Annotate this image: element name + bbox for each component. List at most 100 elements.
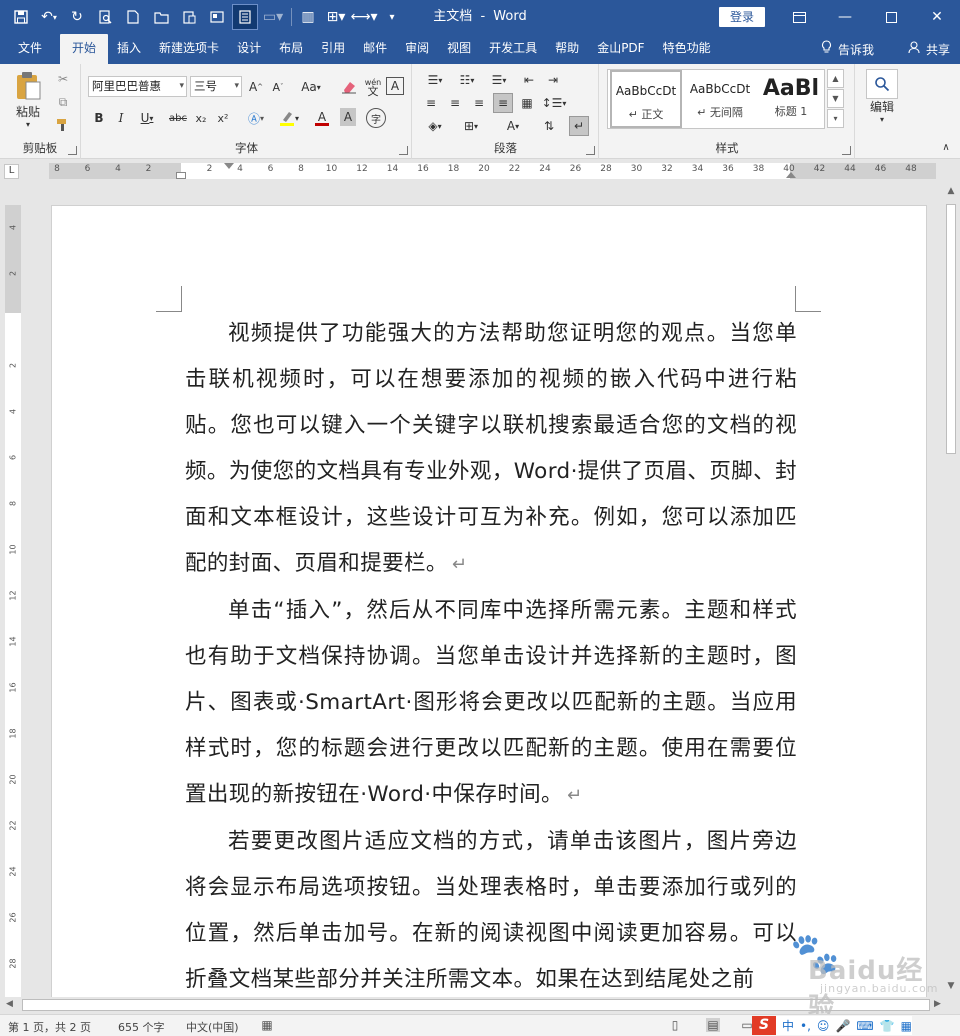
redo-icon[interactable]: ↻ — [64, 4, 90, 30]
tab-file[interactable]: 文件 — [0, 34, 60, 64]
save-icon[interactable] — [8, 4, 34, 30]
paragraph-launcher-icon[interactable] — [586, 146, 595, 155]
vertical-ruler[interactable]: 422468101214161820222426283032 — [5, 205, 21, 1015]
screenshot-icon[interactable] — [204, 4, 230, 30]
punctuation-icon[interactable]: •, — [800, 1019, 811, 1033]
format-painter-icon[interactable] — [54, 116, 72, 134]
paragraph[interactable]: 视频提供了功能强大的方法帮助您证明您的观点。当您单击联机视频时，可以在想要添加的… — [185, 311, 797, 588]
language-indicator[interactable]: 中文(中国) — [186, 1019, 239, 1035]
gallery-down-icon[interactable]: ▼ — [827, 89, 844, 108]
scroll-left-icon[interactable]: ◀ — [6, 999, 13, 1009]
strikethrough-button[interactable]: abc — [166, 108, 190, 128]
align-left-icon[interactable]: ≡ — [421, 93, 441, 113]
show-marks-icon[interactable]: ↵ — [569, 116, 589, 136]
microphone-icon[interactable]: 🎤 — [835, 1019, 850, 1033]
clear-formatting-icon[interactable] — [338, 77, 360, 97]
open-folder-icon[interactable] — [148, 4, 174, 30]
scroll-up-icon[interactable]: ▲ — [945, 186, 957, 200]
table-icon[interactable]: ⊞▾ — [323, 4, 349, 30]
change-case-button[interactable]: Aa ▾ — [296, 77, 326, 97]
close-icon[interactable]: ✕ — [914, 0, 960, 34]
highlight-color-icon[interactable]: ▾ — [274, 108, 304, 128]
columns-icon[interactable]: ▥ — [295, 4, 321, 30]
document-body[interactable]: 视频提供了功能强大的方法帮助您证明您的观点。当您单击联机视频时，可以在想要添加的… — [185, 311, 797, 997]
align-center-icon[interactable]: ≡ — [445, 93, 465, 113]
print-layout-view-icon[interactable]: ▤ — [706, 1018, 720, 1032]
enclose-characters-button[interactable]: 字 — [366, 108, 386, 128]
paste-icon[interactable] — [176, 4, 202, 30]
underline-button[interactable]: U ▾ — [134, 108, 160, 128]
scroll-thumb[interactable] — [946, 204, 956, 454]
character-border-button[interactable]: A — [386, 77, 404, 95]
layout-toggle-icon[interactable]: ▭▾ — [260, 4, 286, 30]
clipboard-launcher-icon[interactable] — [68, 146, 77, 155]
share-button[interactable]: 共享 — [908, 40, 950, 58]
gallery-more-icon[interactable]: ▾ — [827, 109, 844, 128]
undo-icon[interactable]: ↶ ▾ — [36, 4, 62, 30]
keyboard-icon[interactable]: ⌨ — [856, 1019, 873, 1033]
text-effects-icon[interactable]: Ⓐ ▾ — [242, 108, 270, 128]
distributed-icon[interactable]: ▦ — [517, 93, 537, 113]
subscript-button[interactable]: x₂ — [192, 108, 210, 128]
align-right-icon[interactable]: ≡ — [469, 93, 489, 113]
grow-font-icon[interactable]: A ^ — [246, 77, 266, 97]
style-normal[interactable]: AaBbCcDt ↵ 正文 — [610, 70, 682, 128]
multilevel-list-icon[interactable]: ☰ ▾ — [485, 70, 513, 90]
toolbox-icon[interactable]: ▦ — [901, 1019, 912, 1033]
italic-button[interactable]: I — [112, 108, 130, 128]
emoji-icon[interactable]: ☺ — [817, 1019, 830, 1033]
gallery-up-icon[interactable]: ▲ — [827, 69, 844, 88]
style-heading-1[interactable]: AaBl 标题 1 — [758, 70, 824, 128]
tab-review[interactable]: 审阅 — [396, 34, 438, 64]
line-spacing-icon[interactable]: ↕☰ ▾ — [541, 93, 567, 113]
justify-icon[interactable]: ≡ — [493, 93, 513, 113]
paragraph[interactable]: 单击“插入”，然后从不同库中选择所需元素。主题和样式也有助于文档保持协调。当您单… — [185, 588, 797, 819]
skin-icon[interactable]: 👕 — [880, 1019, 895, 1033]
right-indent-marker[interactable] — [786, 172, 796, 178]
editing-label[interactable]: 编辑 ▾ — [860, 100, 904, 124]
bullets-icon[interactable]: ☰ ▾ — [421, 70, 449, 90]
width-icon[interactable]: ⟷▾ — [350, 4, 377, 30]
ime-mode[interactable]: 中 — [782, 1017, 794, 1034]
minimize-icon[interactable]: — — [822, 0, 868, 34]
superscript-button[interactable]: x² — [214, 108, 232, 128]
first-line-indent-marker[interactable] — [224, 163, 234, 169]
paste-button[interactable]: 粘贴 ▾ — [8, 70, 48, 130]
page[interactable]: 视频提供了功能强大的方法帮助您证明您的观点。当您单击联机视频时，可以在想要添加的… — [51, 205, 927, 997]
shrink-font-icon[interactable]: Aˇ — [268, 77, 288, 97]
chinese-layout-icon[interactable]: A ▾ — [499, 116, 527, 136]
styles-launcher-icon[interactable] — [842, 146, 851, 155]
page-count[interactable]: 第 1 页，共 2 页 — [8, 1019, 91, 1035]
print-preview-icon[interactable] — [92, 4, 118, 30]
borders-icon[interactable]: ⊞ ▾ — [457, 116, 485, 136]
tab-insert[interactable]: 插入 — [108, 34, 150, 64]
login-button[interactable]: 登录 — [719, 7, 765, 27]
read-mode-icon[interactable] — [232, 4, 258, 30]
tab-references[interactable]: 引用 — [312, 34, 354, 64]
sort-icon[interactable]: ⇅ — [539, 116, 559, 136]
phonetic-guide-button[interactable]: wén 文 — [362, 75, 384, 99]
copy-icon[interactable]: ⧉ — [54, 93, 72, 111]
tab-layout[interactable]: 布局 — [270, 34, 312, 64]
customize-qat-icon[interactable]: ▾ — [379, 4, 405, 30]
ime-toolbar[interactable]: S 中 •, ☺ 🎤 ⌨ 👕 ▦ — [752, 1016, 913, 1035]
tab-new-tab[interactable]: 新建选项卡 — [150, 34, 228, 64]
tab-selector[interactable]: L — [4, 164, 19, 179]
tab-design[interactable]: 设计 — [228, 34, 270, 64]
tell-me-box[interactable]: 告诉我 — [821, 40, 874, 58]
shading-icon[interactable]: ◈ ▾ — [421, 116, 449, 136]
macro-record-icon[interactable]: ▦ — [260, 1018, 274, 1032]
collapse-ribbon-icon[interactable]: ∧ — [938, 140, 954, 154]
bold-button[interactable]: B — [90, 108, 108, 128]
font-name-combo[interactable]: 阿里巴巴普惠 ▾ — [88, 76, 187, 97]
horizontal-ruler[interactable]: 8 6 4 2 2 4 6 8 10 12 14 16 18 20 22 24 26 28 30 32 34 36 38 40… — [49, 163, 936, 179]
tab-developer[interactable]: 开发工具 — [480, 34, 546, 64]
tab-kingsoft-pdf[interactable]: 金山PDF — [588, 34, 653, 64]
tab-mailings[interactable]: 邮件 — [354, 34, 396, 64]
numbering-icon[interactable]: ☷ ▾ — [453, 70, 481, 90]
decrease-indent-icon[interactable]: ⇤ — [519, 70, 539, 90]
new-document-icon[interactable] — [120, 4, 146, 30]
cut-icon[interactable]: ✂ — [54, 70, 72, 88]
tab-special-features[interactable]: 特色功能 — [654, 34, 720, 64]
word-count[interactable]: 655 个字 — [118, 1019, 165, 1035]
